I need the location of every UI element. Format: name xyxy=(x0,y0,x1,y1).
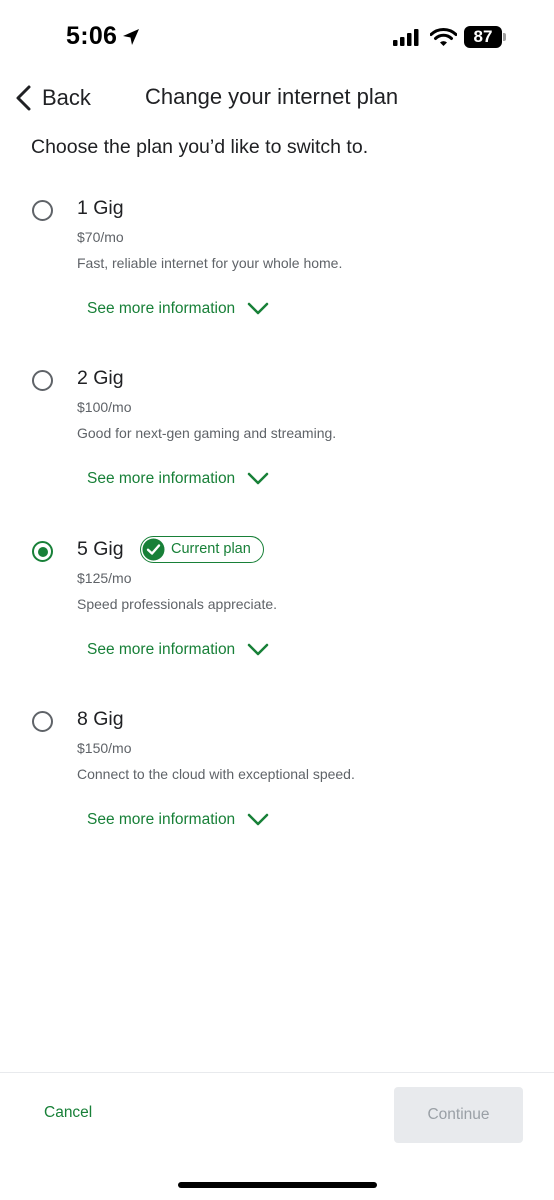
see-more-information-link[interactable]: See more information xyxy=(87,297,269,321)
plan-price: $70/mo xyxy=(77,229,124,245)
current-plan-label: Current plan xyxy=(171,541,251,557)
plan-description: Connect to the cloud with exceptional sp… xyxy=(77,766,355,782)
plan-option[interactable]: 8 Gig $150/mo Connect to the cloud with … xyxy=(0,708,554,861)
footer-divider xyxy=(0,1072,554,1073)
plan-name: 2 Gig xyxy=(77,367,124,389)
chevron-down-icon xyxy=(247,643,269,656)
status-bar: 5:06 87 xyxy=(0,0,554,76)
battery-icon: 87 xyxy=(464,26,506,48)
chevron-down-icon xyxy=(247,302,269,315)
plan-price: $100/mo xyxy=(77,399,132,415)
see-more-label: See more information xyxy=(87,470,236,487)
cellular-signal-icon xyxy=(393,29,419,46)
see-more-information-link[interactable]: See more information xyxy=(87,638,269,662)
home-indicator[interactable] xyxy=(178,1182,377,1188)
plan-option[interactable]: 5 Gig Current plan $125/mo Speed profess… xyxy=(0,536,554,691)
see-more-label: See more information xyxy=(87,641,236,658)
chevron-down-icon xyxy=(247,813,269,826)
continue-button[interactable]: Continue xyxy=(394,1087,523,1143)
nav-header: Back Change your internet plan xyxy=(0,78,554,118)
intro-text: Choose the plan you’d like to switch to. xyxy=(31,136,369,158)
plan-radio[interactable] xyxy=(32,711,53,732)
cancel-button[interactable]: Cancel xyxy=(44,1104,92,1122)
plan-description: Fast, reliable internet for your whole h… xyxy=(77,255,343,271)
wifi-icon xyxy=(430,27,457,46)
back-button[interactable]: Back xyxy=(14,78,91,118)
continue-label: Continue xyxy=(427,1106,490,1123)
back-label: Back xyxy=(42,85,91,110)
plan-radio[interactable] xyxy=(32,200,53,221)
current-plan-badge: Current plan xyxy=(140,536,264,563)
plan-name: 1 Gig xyxy=(77,197,124,219)
plan-name: 8 Gig xyxy=(77,708,124,730)
plan-option[interactable]: 2 Gig $100/mo Good for next-gen gaming a… xyxy=(0,367,554,520)
page-title: Change your internet plan xyxy=(145,84,399,109)
see-more-label: See more information xyxy=(87,300,236,317)
plan-description: Good for next-gen gaming and streaming. xyxy=(77,425,337,441)
chevron-left-icon xyxy=(16,85,31,111)
chevron-down-icon xyxy=(247,472,269,485)
check-circle-icon xyxy=(142,538,165,560)
plan-option[interactable]: 1 Gig $70/mo Fast, reliable internet for… xyxy=(0,197,554,350)
plan-description: Speed professionals appreciate. xyxy=(77,596,278,612)
plan-radio-selected[interactable] xyxy=(32,541,53,562)
plan-price: $150/mo xyxy=(77,740,132,756)
location-arrow-icon xyxy=(123,29,139,45)
plan-name: 5 Gig xyxy=(77,538,124,560)
battery-level: 87 xyxy=(473,27,493,46)
see-more-information-link[interactable]: See more information xyxy=(87,808,269,832)
plan-price: $125/mo xyxy=(77,570,132,586)
see-more-information-link[interactable]: See more information xyxy=(87,467,269,491)
status-time: 5:06 xyxy=(66,22,118,50)
plan-radio[interactable] xyxy=(32,370,53,391)
see-more-label: See more information xyxy=(87,811,236,828)
